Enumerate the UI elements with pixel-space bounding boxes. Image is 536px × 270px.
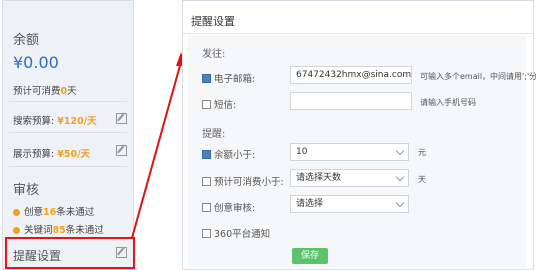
balance-title: 余额 <box>13 33 40 48</box>
balance-below-option[interactable]: 余额小于: <box>202 147 255 161</box>
forecast-days-select[interactable]: 请选择天数 <box>290 169 409 187</box>
review-item-creative[interactable]: 创意16条未通过 <box>13 204 94 218</box>
divider <box>9 132 127 133</box>
chevron-down-icon <box>395 146 405 156</box>
edit-display-budget-icon[interactable] <box>116 145 127 156</box>
forecast-days: 预计可消费0天 <box>13 86 77 97</box>
forecast-unit: 天 <box>418 175 426 184</box>
sms-option[interactable]: 短信: <box>202 97 236 111</box>
divider <box>9 166 127 167</box>
email-field[interactable]: 67472432hmx@sina.com <box>290 66 412 84</box>
email-hint: 可输入多个email，中间请用';'分隔 <box>420 72 536 81</box>
warning-dot-icon <box>13 227 20 234</box>
settings-form: 发往: 电子邮箱: 67472432hmx@sina.com 可输入多个emai… <box>188 35 536 267</box>
review-item-keyword[interactable]: 关键词85条未通过 <box>13 222 104 236</box>
sms-checkbox[interactable] <box>202 100 211 109</box>
annotation-highlight-box <box>5 237 135 269</box>
remind-settings-panel: 提醒设置 发往: 电子邮箱: 67472432hmx@sina.com 可输入多… <box>182 0 536 270</box>
forecast-below-checkbox[interactable] <box>202 177 211 186</box>
platform-notice-checkbox[interactable] <box>202 229 211 238</box>
email-checkbox[interactable] <box>202 74 211 83</box>
email-option[interactable]: 电子邮箱: <box>202 71 255 85</box>
platform-notice-option[interactable]: 360平台通知 <box>202 226 270 240</box>
balance-value: ¥0.00 <box>13 53 59 72</box>
creative-review-select[interactable]: 请选择 <box>290 195 409 213</box>
forecast-below-option[interactable]: 预计可消费小于: <box>202 174 284 188</box>
edit-search-budget-icon[interactable] <box>116 113 127 124</box>
chevron-down-icon <box>395 198 405 208</box>
divider <box>9 101 127 102</box>
search-budget: 搜索预算: ¥120/天 <box>13 116 97 127</box>
display-budget-value: ¥50/天 <box>57 149 91 160</box>
sms-hint: 请输入手机号码 <box>420 98 476 107</box>
panel-header: 提醒设置 <box>183 1 533 34</box>
save-button[interactable]: 保存 <box>292 248 328 264</box>
page-title: 提醒设置 <box>191 15 235 28</box>
review-title: 审核 <box>13 183 40 198</box>
creative-review-option[interactable]: 创意审核: <box>202 200 255 214</box>
send-section-label: 发往: <box>202 49 226 60</box>
creative-review-checkbox[interactable] <box>202 203 211 212</box>
account-sidebar: 余额 ¥0.00 预计可消费0天 搜索预算: ¥120/天 展示预算: ¥50/… <box>2 0 135 270</box>
balance-unit: 元 <box>418 148 426 157</box>
search-budget-value: ¥120/天 <box>57 116 97 127</box>
balance-threshold-select[interactable]: 10 <box>290 143 409 161</box>
sms-field[interactable] <box>290 92 412 110</box>
remind-section-label: 提醒: <box>202 129 226 140</box>
balance-below-checkbox[interactable] <box>202 150 211 159</box>
warning-dot-icon <box>13 209 20 216</box>
display-budget: 展示预算: ¥50/天 <box>13 149 91 160</box>
chevron-down-icon <box>395 172 405 182</box>
